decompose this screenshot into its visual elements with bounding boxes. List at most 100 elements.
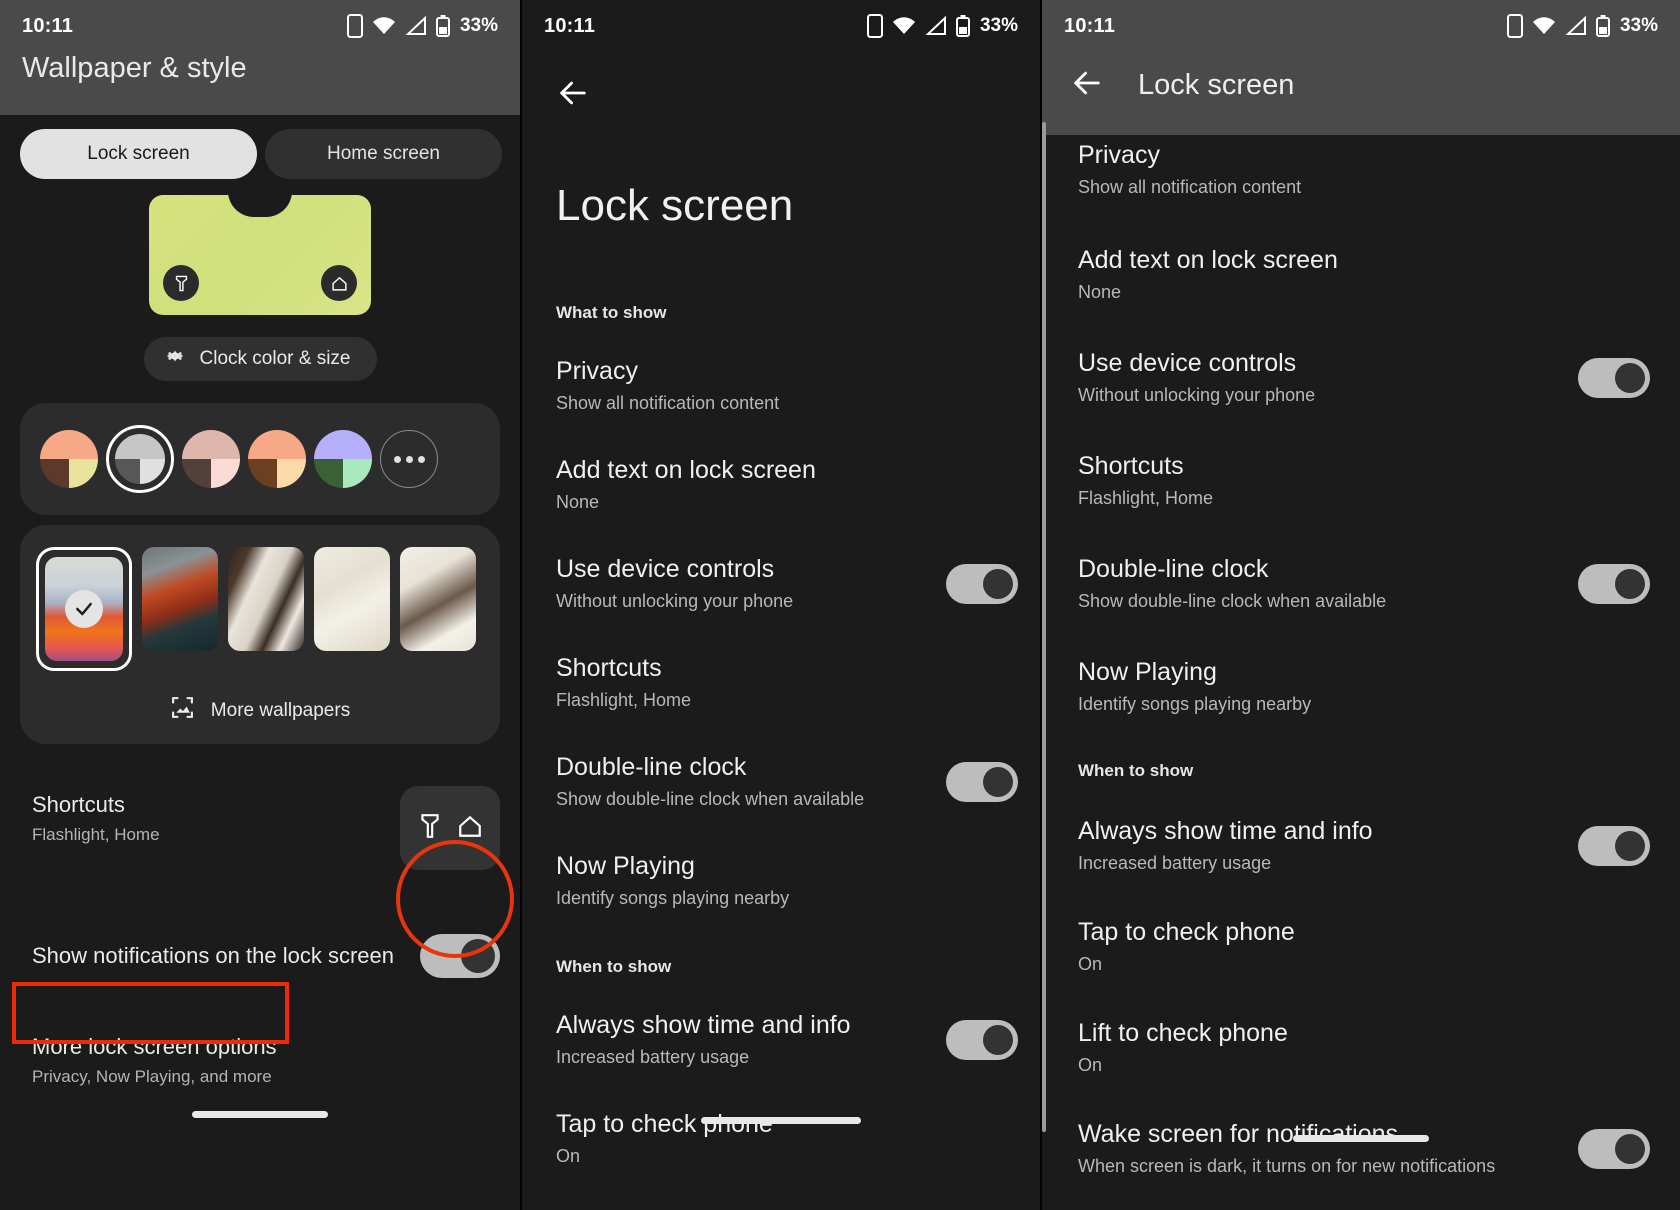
- flashlight-icon: [417, 813, 443, 844]
- app-bar: Wallpaper & style: [0, 52, 520, 115]
- more-dots-icon[interactable]: [380, 430, 438, 488]
- gear-icon: [164, 345, 186, 373]
- lock-screen-preview[interactable]: [0, 189, 520, 315]
- section-label-when-to-show: When to show: [1078, 761, 1194, 780]
- status-time: 10:11: [22, 14, 74, 37]
- list-item-add-text-on-lock-screen[interactable]: Add text on lock screen None: [522, 414, 1040, 513]
- list-item-use-device-controls[interactable]: Use device controls Without unlocking yo…: [522, 513, 1040, 612]
- wallpaper-thumb-5[interactable]: [400, 547, 476, 651]
- three-panel-screenshot: 10:11 33% Wallpaper & style Lock screen …: [0, 0, 1680, 1210]
- status-bar: 10:11 33%: [1042, 0, 1680, 52]
- double-line-clock-toggle[interactable]: [1578, 563, 1650, 604]
- item-title: Double-line clock: [1078, 555, 1269, 583]
- show-notifications-title: Show notifications on the lock screen: [32, 943, 394, 968]
- back-arrow-icon[interactable]: [1070, 66, 1104, 105]
- show-notifications-row[interactable]: Show notifications on the lock screen: [0, 870, 520, 978]
- app-bar: Lock screen: [1042, 52, 1680, 135]
- wallpaper-thumb-3[interactable]: [228, 547, 304, 651]
- always-show-time-toggle[interactable]: [946, 1019, 1018, 1060]
- item-subtitle: On: [1078, 954, 1103, 974]
- home-indicator: [701, 1117, 861, 1124]
- check-icon: [65, 590, 103, 628]
- phone-icon: [346, 14, 363, 38]
- tab-lock-screen[interactable]: Lock screen: [20, 129, 257, 179]
- shortcuts-row[interactable]: Shortcuts Flashlight, Home: [0, 744, 520, 870]
- wifi-icon: [372, 16, 396, 36]
- item-subtitle: Identify songs playing nearby: [1078, 694, 1312, 714]
- item-subtitle: Without unlocking your phone: [1078, 385, 1316, 405]
- wallpaper-thumb-selected[interactable]: [36, 547, 132, 671]
- item-title: Tap to check phone: [1078, 918, 1295, 946]
- list-item-always-show-time-and-info[interactable]: Always show time and info Increased batt…: [1042, 781, 1680, 874]
- list-item-shortcuts[interactable]: Shortcuts Flashlight, Home: [522, 612, 1040, 711]
- preview-flashlight-icon: [163, 265, 199, 301]
- list-item-double-line-clock[interactable]: Double-line clock Show double-line clock…: [522, 711, 1040, 810]
- wallpaper-thumb-4[interactable]: [314, 547, 390, 651]
- list-item-wake-screen-for-notifications[interactable]: Wake screen for notifications When scree…: [1042, 1076, 1680, 1177]
- list-item-use-device-controls[interactable]: Use device controls Without unlocking yo…: [1042, 303, 1680, 406]
- panel-lock-screen-top: 10:11 33% Lock screen What to show Priva…: [522, 0, 1040, 1210]
- item-title: Lift to check phone: [1078, 1019, 1288, 1047]
- item-subtitle: Show all notification content: [556, 393, 780, 413]
- item-subtitle: Increased battery usage: [556, 1047, 750, 1067]
- home-icon: [457, 813, 483, 844]
- double-line-clock-toggle[interactable]: [946, 761, 1018, 802]
- shortcuts-title: Shortcuts: [32, 792, 125, 817]
- always-show-time-toggle[interactable]: [1578, 825, 1650, 866]
- item-subtitle: None: [556, 492, 600, 512]
- more-wallpapers-label: More wallpapers: [210, 699, 351, 721]
- status-bar: 10:11 33%: [0, 0, 520, 52]
- page-title: Lock screen: [556, 181, 794, 230]
- item-subtitle: Increased battery usage: [1078, 853, 1272, 873]
- list-item-now-playing[interactable]: Now Playing Identify songs playing nearb…: [1042, 612, 1680, 715]
- battery-percent: 33%: [979, 15, 1018, 36]
- wake-screen-toggle[interactable]: [1578, 1128, 1650, 1169]
- item-subtitle: When screen is dark, it turns on for new…: [1078, 1156, 1496, 1176]
- cellular-signal-icon: [1565, 16, 1587, 36]
- color-swatch-4[interactable]: [248, 430, 306, 488]
- list-item-privacy[interactable]: Privacy Show all notification content: [522, 323, 1040, 414]
- shortcuts-preview-box[interactable]: [400, 786, 500, 870]
- battery-percent: 33%: [459, 15, 498, 36]
- item-subtitle: Identify songs playing nearby: [556, 888, 790, 908]
- more-lock-screen-options-row[interactable]: More lock screen options Privacy, Now Pl…: [0, 978, 520, 1087]
- wallpaper-card: More wallpapers: [20, 525, 500, 744]
- color-swatch-5[interactable]: [314, 430, 372, 488]
- page-title: Wallpaper & style: [22, 52, 247, 84]
- list-item-tap-to-check-phone[interactable]: Tap to check phone On: [1042, 874, 1680, 975]
- list-item-add-text-on-lock-screen[interactable]: Add text on lock screen None: [1042, 198, 1680, 303]
- show-notifications-toggle[interactable]: [420, 934, 500, 978]
- scrollbar-thumb[interactable]: [1042, 122, 1046, 1132]
- cellular-signal-icon: [925, 16, 947, 36]
- section-label-what-to-show: What to show: [556, 303, 667, 322]
- list-item-always-show-time-and-info[interactable]: Always show time and info Increased batt…: [522, 977, 1040, 1068]
- home-indicator: [1293, 1135, 1429, 1142]
- color-swatch-card: [20, 403, 500, 515]
- list-item-privacy[interactable]: Privacy Show all notification content: [1042, 135, 1680, 198]
- list-item-now-playing[interactable]: Now Playing Identify songs playing nearb…: [522, 810, 1040, 909]
- more-wallpapers-button[interactable]: More wallpapers: [20, 695, 500, 726]
- battery-percent: 33%: [1619, 15, 1658, 36]
- status-time: 10:11: [1064, 14, 1116, 37]
- back-arrow-icon[interactable]: [556, 81, 590, 114]
- list-item-shortcuts[interactable]: Shortcuts Flashlight, Home: [1042, 406, 1680, 509]
- color-swatch-1[interactable]: [40, 430, 98, 488]
- tab-home-screen[interactable]: Home screen: [265, 129, 502, 179]
- use-device-controls-toggle[interactable]: [1578, 357, 1650, 398]
- clock-button-label: Clock color & size: [199, 348, 351, 369]
- wifi-icon: [892, 16, 916, 36]
- item-title: Now Playing: [556, 852, 695, 880]
- item-subtitle: Show double-line clock when available: [1078, 591, 1387, 611]
- item-title: Add text on lock screen: [556, 456, 816, 484]
- list-item-lift-to-check-phone[interactable]: Lift to check phone On: [1042, 975, 1680, 1076]
- color-swatch-3[interactable]: [182, 430, 240, 488]
- panel-wallpaper-and-style: 10:11 33% Wallpaper & style Lock screen …: [0, 0, 520, 1210]
- list-item-double-line-clock[interactable]: Double-line clock Show double-line clock…: [1042, 509, 1680, 612]
- wallpaper-thumb-2[interactable]: [142, 547, 218, 651]
- item-subtitle: Show all notification content: [1078, 177, 1302, 197]
- color-swatch-2-selected[interactable]: [106, 425, 174, 493]
- use-device-controls-toggle[interactable]: [946, 563, 1018, 604]
- image-icon: [170, 695, 195, 726]
- clock-color-and-size-button[interactable]: Clock color & size: [143, 337, 377, 381]
- preview-notch: [228, 195, 292, 217]
